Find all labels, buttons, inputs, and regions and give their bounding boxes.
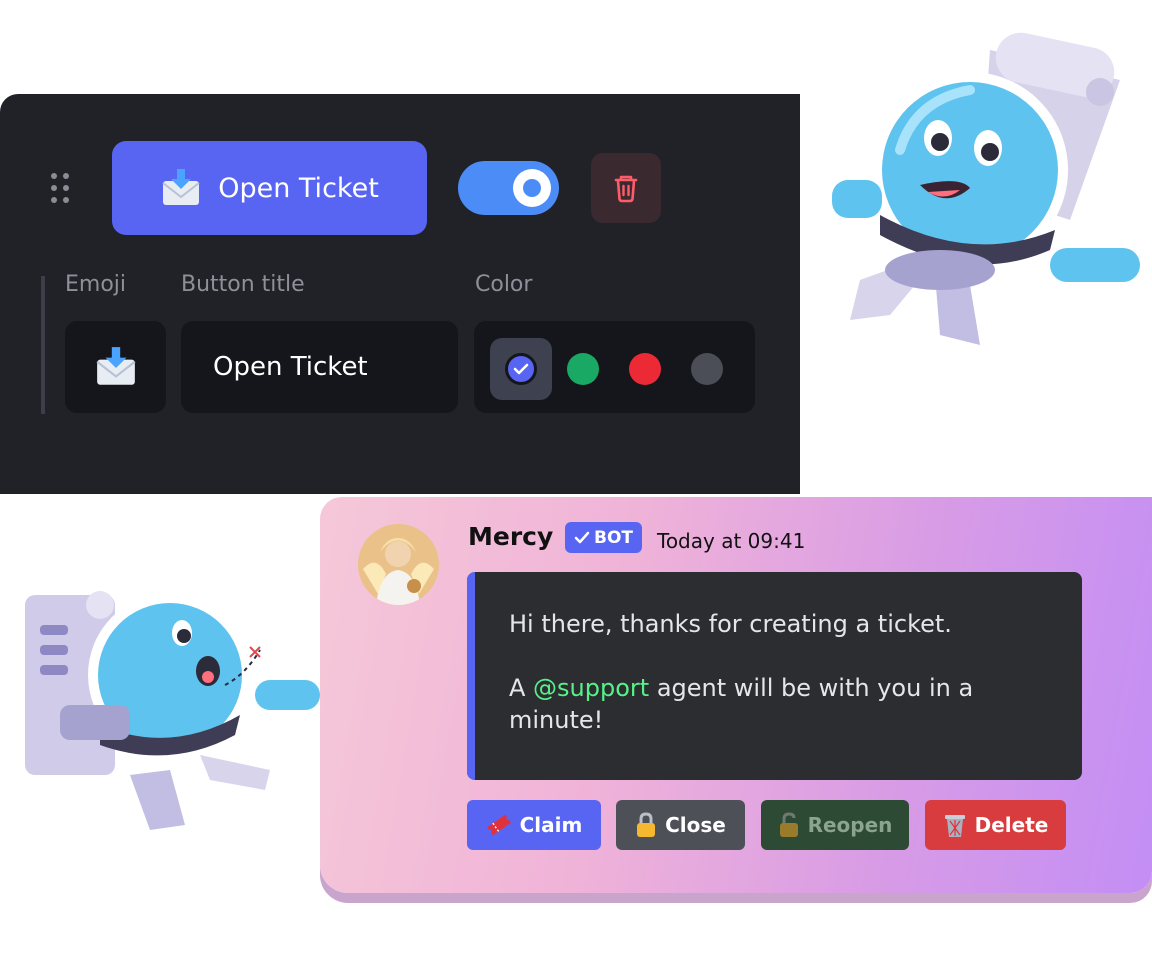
drag-handle-icon[interactable]: [51, 173, 71, 205]
check-icon: [574, 531, 590, 543]
delete-ticket-button[interactable]: Delete: [925, 800, 1066, 850]
lock-icon: [637, 812, 656, 837]
reopen-button-label: Reopen: [807, 813, 893, 837]
astronaut-mascot-peeking-illustration: [25, 591, 320, 830]
avatar: [358, 524, 439, 605]
enable-toggle[interactable]: [458, 161, 559, 215]
trash-bin-icon: [944, 815, 965, 837]
username[interactable]: Mercy: [468, 522, 553, 551]
ticket-icon: [486, 814, 511, 836]
claim-button[interactable]: Claim: [467, 800, 601, 850]
color-picker: [474, 321, 755, 413]
delete-ticket-button-label: Delete: [974, 813, 1049, 837]
color-label: Color: [475, 272, 533, 297]
field-group-divider: [41, 276, 45, 414]
toggle-knob: [513, 169, 551, 207]
reopen-button[interactable]: Reopen: [761, 800, 909, 850]
bot-badge: BOT: [565, 522, 642, 553]
color-swatch-green[interactable]: [567, 353, 599, 385]
astronaut-mascot-illustration: [832, 32, 1140, 345]
embed-accent-bar: [467, 572, 475, 780]
open-ticket-preview-button[interactable]: Open Ticket: [112, 141, 427, 235]
color-swatch-red[interactable]: [629, 353, 661, 385]
emoji-label: Emoji: [65, 272, 127, 297]
bot-badge-label: BOT: [593, 527, 633, 548]
envelope-download-icon: [95, 347, 136, 385]
trash-icon: [614, 175, 638, 203]
message-embed: Hi there, thanks for creating a ticket. …: [467, 572, 1082, 780]
claim-button-label: Claim: [519, 813, 583, 837]
embed-line-1: Hi there, thanks for creating a ticket.: [509, 610, 952, 638]
close-button[interactable]: Close: [616, 800, 745, 850]
emoji-picker[interactable]: [65, 321, 166, 413]
unlock-icon: [779, 812, 798, 837]
open-ticket-preview-label: Open Ticket: [218, 172, 379, 204]
color-swatch-grey[interactable]: [691, 353, 723, 385]
check-icon: [513, 363, 529, 375]
close-button-label: Close: [665, 813, 726, 837]
envelope-download-icon: [162, 169, 200, 205]
button-title-label: Button title: [181, 272, 305, 297]
embed-line-2-pre: A: [509, 674, 534, 702]
color-swatch-blurple[interactable]: [505, 353, 537, 385]
message-timestamp: Today at 09:41: [657, 529, 806, 553]
embed-line-2: A @support agent will be with you in a m…: [509, 672, 1052, 736]
support-mention[interactable]: @support: [533, 674, 649, 702]
button-title-input[interactable]: Open Ticket: [181, 321, 458, 413]
delete-button[interactable]: [591, 153, 661, 223]
